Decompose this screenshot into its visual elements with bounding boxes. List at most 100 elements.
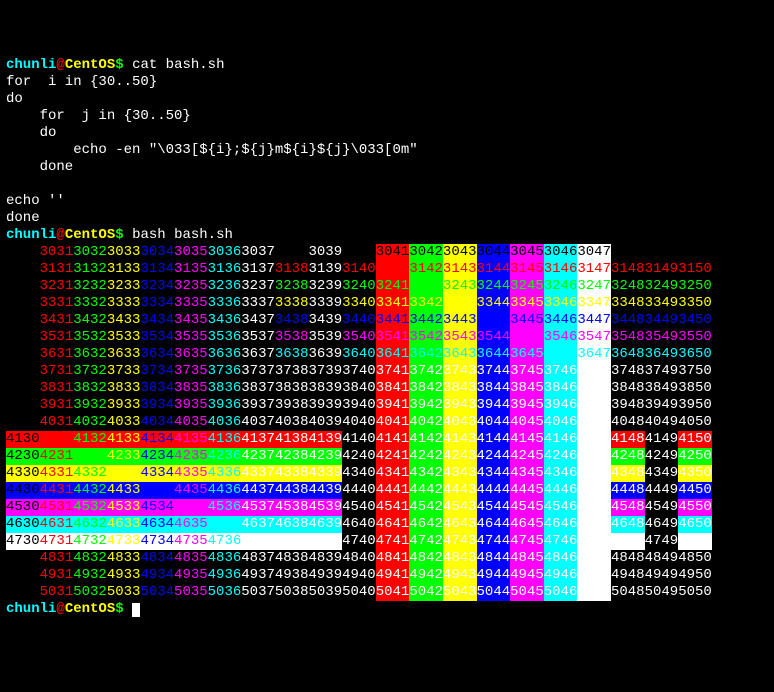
ansi-cell: 4349 xyxy=(645,465,679,482)
ansi-cell: 3933 xyxy=(107,397,141,414)
ansi-cell: 3140 xyxy=(342,261,376,278)
ansi-cell: 4240 xyxy=(342,448,376,465)
ansi-cell: 4948 xyxy=(611,567,645,584)
ansi-cell: 3549 xyxy=(645,329,679,346)
ansi-cell: 5047 xyxy=(577,584,611,601)
ansi-cell: 4246 xyxy=(544,448,578,465)
ansi-cell: 3037 xyxy=(241,244,275,261)
ansi-cell: 3135 xyxy=(174,261,208,278)
ansi-cell: 4835 xyxy=(174,550,208,567)
ansi-cell: 3546 xyxy=(544,329,578,346)
ansi-cell: 4447 xyxy=(577,482,611,499)
ansi-cell: 4234 xyxy=(140,448,174,465)
ansi-cell: 4843 xyxy=(443,550,477,567)
ansi-cell: 4043 xyxy=(443,414,477,431)
ansi-cell: 4139 xyxy=(308,431,342,448)
ansi-cell: 5040 xyxy=(342,584,376,601)
script-line: echo '' xyxy=(6,193,65,209)
ansi-cell: 3448 xyxy=(611,312,645,329)
ansi-cell: 3435 xyxy=(174,312,208,329)
ansi-cell: 3642 xyxy=(409,346,443,363)
ansi-cell: 4348 xyxy=(611,465,645,482)
terminal[interactable]: chunli@CentOS$ cat bash.sh for i in {30.… xyxy=(6,57,768,618)
ansi-cell: 3843 xyxy=(443,380,477,397)
ansi-cell: 4438 xyxy=(275,482,309,499)
ansi-cell: 4749 xyxy=(645,533,679,550)
ansi-cell: 4045 xyxy=(510,414,544,431)
prompt-line-2: chunli@CentOS$ xyxy=(6,227,124,243)
ansi-cell: 4941 xyxy=(376,567,410,584)
ansi-cell: 3239 xyxy=(308,278,342,295)
ansi-cell: 4131 xyxy=(40,431,74,448)
ansi-cell: 3646 xyxy=(544,346,578,363)
cursor xyxy=(132,603,140,617)
ansi-cell: 3741 xyxy=(376,363,410,380)
ansi-cell: 3046 xyxy=(544,244,578,261)
ansi-cell: 4746 xyxy=(544,533,578,550)
ansi-cell: 3333 xyxy=(107,295,141,312)
ansi-cell: 4050 xyxy=(678,414,712,431)
ansi-cell: 3250 xyxy=(678,278,712,295)
ansi-cell: 3841 xyxy=(376,380,410,397)
ansi-cell: 3249 xyxy=(645,278,679,295)
ansi-cell: 3836 xyxy=(208,380,242,397)
ansi-cell: 3844 xyxy=(477,380,511,397)
ansi-cell: 3931 xyxy=(40,397,74,414)
ansi-cell: 3136 xyxy=(208,261,242,278)
ansi-cell: 3742 xyxy=(409,363,443,380)
ansi-cell: 4735 xyxy=(174,533,208,550)
ansi-cell: 3949 xyxy=(645,397,679,414)
ansi-cell: 4633 xyxy=(107,516,141,533)
ansi-cell: 3147 xyxy=(577,261,611,278)
ansi-cell: 3450 xyxy=(678,312,712,329)
ansi-cell: 3145 xyxy=(510,261,544,278)
ansi-cell: 5042 xyxy=(409,584,443,601)
ansi-cell: 4037 xyxy=(241,414,275,431)
ansi-cell: 4340 xyxy=(342,465,376,482)
ansi-cell: 5034 xyxy=(140,584,174,601)
ansi-cell: 4336 xyxy=(208,465,242,482)
ansi-cell: 3138 xyxy=(275,261,309,278)
ansi-cell: 3345 xyxy=(510,295,544,312)
ansi-cell: 3431 xyxy=(40,312,74,329)
script-line: done xyxy=(6,159,73,175)
ansi-cell: 4038 xyxy=(275,414,309,431)
ansi-cell: 4637 xyxy=(241,516,275,533)
ansi-cell: 3737 xyxy=(241,363,275,380)
ansi-cell: 4841 xyxy=(376,550,410,567)
ansi-cell: 4136 xyxy=(208,431,242,448)
ansi-cell: 4048 xyxy=(611,414,645,431)
ansi-cell: 3645 xyxy=(510,346,544,363)
ansi-cell: 3532 xyxy=(73,329,107,346)
ansi-cell: 4940 xyxy=(342,567,376,584)
ansi-cell: 4839 xyxy=(308,550,342,567)
ansi-cell: 3850 xyxy=(678,380,712,397)
ansi-cell: 4837 xyxy=(241,550,275,567)
ansi-cell: 3244 xyxy=(477,278,511,295)
ansi-cell: 4448 xyxy=(611,482,645,499)
ansi-cell: 3033 xyxy=(107,244,141,261)
ansi-cell: 4138 xyxy=(275,431,309,448)
ansi-cell: 4548 xyxy=(611,499,645,516)
ansi-cell: 3849 xyxy=(645,380,679,397)
ansi-cell: 4241 xyxy=(376,448,410,465)
ansi-cell: 4133 xyxy=(107,431,141,448)
prompt-at: @ xyxy=(56,227,64,243)
ansi-cell: 3936 xyxy=(208,397,242,414)
ansi-cell: 4249 xyxy=(645,448,679,465)
ansi-cell: 3745 xyxy=(510,363,544,380)
ansi-cell: 4747 xyxy=(577,533,611,550)
ansi-cell: 4235 xyxy=(174,448,208,465)
ansi-cell: 4932 xyxy=(73,567,107,584)
ansi-cell: 3542 xyxy=(409,329,443,346)
ansi-cell: 3544 xyxy=(477,329,511,346)
ansi-cell: 3832 xyxy=(73,380,107,397)
ansi-cell: 4832 xyxy=(73,550,107,567)
ansi-cell: 3141 xyxy=(376,261,410,278)
ansi-cell: 4846 xyxy=(544,550,578,567)
ansi-cell: 4636 xyxy=(208,516,242,533)
ansi-cell: 3344 xyxy=(477,295,511,312)
ansi-cell: 4630 xyxy=(6,516,40,533)
ansi-cell: 3349 xyxy=(645,295,679,312)
ansi-cell: 3130 xyxy=(6,261,40,278)
